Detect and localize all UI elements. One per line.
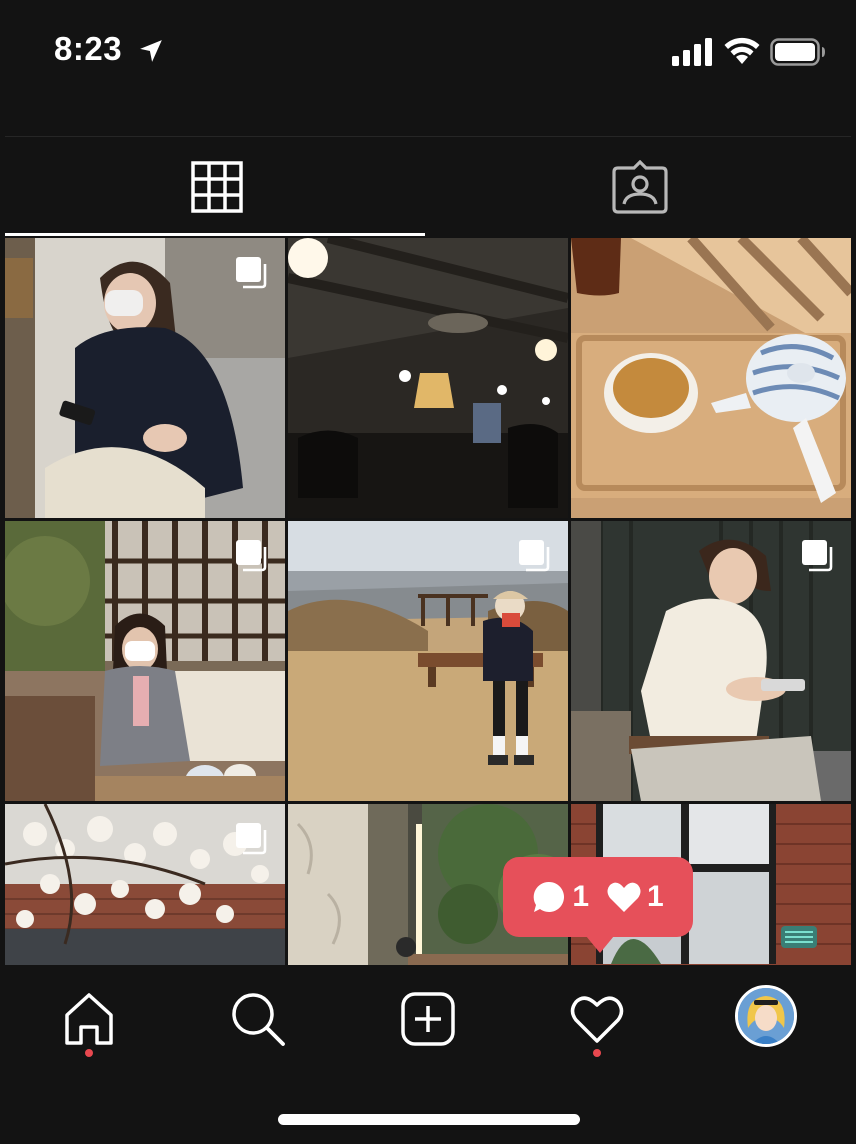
activity-notification-dot: [593, 1049, 601, 1057]
post-thumbnail-1[interactable]: [5, 238, 285, 518]
avatar-image: [738, 988, 794, 1044]
multiple-photos-icon: [519, 540, 550, 572]
location-arrow-icon: [140, 40, 162, 62]
activity-button[interactable]: [565, 987, 629, 1051]
post-image: [571, 238, 851, 518]
activity-notification-bubble[interactable]: 1 1: [503, 857, 693, 953]
tagged-person-icon: [611, 160, 668, 214]
status-time: 8:23: [54, 30, 123, 67]
profile-bio-clipped: [0, 84, 856, 100]
comment-count-value: 1: [572, 880, 589, 913]
post-thumbnail-2[interactable]: [288, 238, 568, 518]
post-thumbnail-4[interactable]: [5, 521, 285, 801]
heart-icon: [607, 882, 641, 912]
comment-icon: [533, 881, 565, 912]
post-thumbnail-7[interactable]: [5, 804, 285, 965]
post-thumbnail-6[interactable]: [571, 521, 851, 801]
like-count: 1: [607, 880, 664, 914]
multiple-photos-icon: [236, 823, 267, 855]
battery-icon: [770, 38, 825, 66]
like-count-value: 1: [647, 880, 664, 913]
profile-avatar[interactable]: [735, 985, 797, 1047]
multiple-photos-icon: [236, 540, 267, 572]
home-button[interactable]: [57, 987, 121, 1051]
home-indicator[interactable]: [278, 1114, 580, 1125]
new-post-icon: [401, 992, 455, 1046]
home-icon: [65, 993, 113, 1045]
new-post-button[interactable]: [396, 987, 460, 1051]
cellular-signal-icon: [672, 38, 712, 66]
grid-icon: [190, 161, 243, 213]
search-button[interactable]: [226, 987, 290, 1051]
active-tab-indicator: [5, 233, 425, 236]
search-icon: [232, 993, 285, 1046]
post-grid: [5, 238, 851, 965]
post-thumbnail-3[interactable]: [571, 238, 851, 518]
home-notification-dot: [85, 1049, 93, 1057]
tab-posts-grid[interactable]: [5, 137, 428, 237]
multiple-photos-icon: [236, 257, 267, 289]
tab-tagged[interactable]: [428, 137, 851, 237]
multiple-photos-icon: [802, 540, 833, 572]
profile-tabs: [5, 137, 851, 237]
activity-heart-icon: [570, 996, 624, 1043]
post-image: [288, 238, 568, 518]
post-thumbnail-5[interactable]: [288, 521, 568, 801]
comment-count: 1: [532, 880, 589, 914]
wifi-icon: [724, 37, 760, 64]
